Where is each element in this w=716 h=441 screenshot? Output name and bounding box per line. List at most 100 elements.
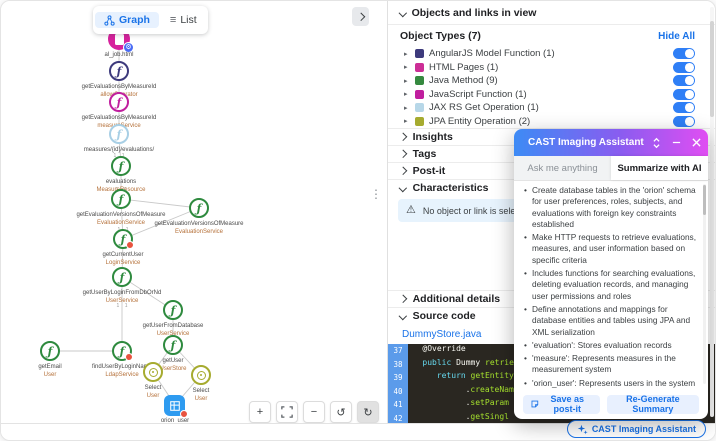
graph-node-table[interactable] [164,395,188,418]
section-title: Insights [412,131,453,143]
node-class-label: User [43,372,57,378]
assistant-header[interactable]: CAST Imaging Assistant [514,129,708,156]
object-types-title: Object Types (7) [400,30,481,42]
graph-node-java[interactable]: ƒ [40,341,60,361]
graph-node-java[interactable]: ƒ [112,341,133,361]
collapse-panel-button[interactable] [352,7,369,26]
object-type-row[interactable]: ▸ HTML Pages (1) [388,61,715,75]
chevron-right-icon [398,133,407,141]
function-icon: ƒ [119,344,125,358]
node-class-label: UserStore [159,366,187,372]
assistant-scrollbar[interactable] [703,184,706,384]
minimize-icon[interactable] [670,136,684,150]
hide-all-link[interactable]: Hide All [658,31,695,42]
objects-links-title: Objects and links in view [411,6,537,19]
zoom-out-button[interactable]: − [303,401,325,423]
visibility-toggle[interactable] [673,115,695,127]
regenerate-summary-button[interactable]: Re-Generate Summary [606,394,699,414]
list-icon: ≡ [169,13,177,26]
node-label: evaluations [105,179,137,185]
summary-bullet: Make HTTP requests to retrieve evaluatio… [524,232,698,266]
save-as-postit-label: Save as post-it [550,394,585,414]
object-type-label: AngularJS Model Function (1) [429,48,555,60]
summary-bullet: 'orion_user': Represents users in the sy… [524,378,698,389]
object-type-row[interactable]: ▸ JavaScript Function (1) [388,88,715,102]
graph-node-java[interactable]: ƒ [163,300,183,320]
line-number: 39 [393,373,403,382]
undo-button[interactable]: ↺ [330,401,352,423]
fit-view-button[interactable] [276,401,298,423]
object-type-row[interactable]: ▸ Java Method (9) [388,74,715,88]
scrollbar-thumb[interactable] [710,21,714,117]
visibility-toggle[interactable] [673,61,695,73]
expand-arrow-icon: ▸ [404,104,408,112]
function-icon: ƒ [116,64,122,78]
object-type-row[interactable]: ▸ AngularJS Model Function (1) [388,47,715,61]
tab-summarize-with-ai[interactable]: Summarize with AI [611,156,708,180]
cast-imaging-app: 1 11 11 11 1⚙al_job.htmlƒgetEvaluationsB… [0,0,716,441]
expand-arrow-icon: ▸ [404,77,408,85]
line-number: 41 [393,400,403,409]
graph-node-java[interactable]: ƒ [113,229,134,249]
graph-node-jaxrs[interactable]: ƒ [109,124,129,144]
list-view-button[interactable]: ≡ List [161,12,206,28]
close-icon[interactable] [690,136,704,150]
objects-links-section-header[interactable]: Objects and links in view [388,1,715,25]
visibility-toggle[interactable] [673,75,695,87]
node-class-label: User [146,393,160,399]
assistant-footer: Save as post-it Re-Generate Summary [514,389,708,419]
node-label: Select [192,388,210,394]
object-types-header: Object Types (7) Hide All [388,25,715,47]
zoom-in-button[interactable]: + [249,401,271,423]
node-class-label: UserService [105,298,139,304]
scrollbar-thumb[interactable] [703,185,706,215]
visibility-toggle[interactable] [673,88,695,100]
save-as-postit-button[interactable]: Save as post-it [523,394,600,414]
jpa-operation-icon [196,370,206,380]
object-type-row[interactable]: ▸ JAX RS Get Operation (1) [388,101,715,115]
assistant-fab-button[interactable]: CAST Imaging Assistant [566,420,706,438]
panel-scrollbar[interactable] [710,7,714,417]
type-color-swatch [415,103,424,113]
graph-node-java[interactable]: ƒ [112,267,132,287]
object-type-label: Java Method (9) [429,75,498,87]
graph-node-java[interactable]: ƒ [163,335,183,355]
graph-node-java[interactable]: ƒ [111,189,131,209]
expand-arrow-icon: ▸ [404,91,408,99]
redo-button[interactable]: ↻ [357,401,379,423]
graph-node-jpa[interactable] [191,365,211,385]
assistant-title: CAST Imaging Assistant [528,137,644,148]
summary-bullet: 'measure': Represents measures in the me… [524,353,698,376]
node-label: getUserFromDatabase [142,323,204,329]
function-icon: ƒ [170,338,176,352]
line-number: 40 [393,386,403,396]
summary-bullet: Create database tables in the 'orion' sc… [524,185,698,230]
graph-node-jpa[interactable] [143,362,163,382]
function-icon: ƒ [47,344,53,358]
visibility-toggle[interactable] [673,48,695,60]
visibility-toggle[interactable] [673,102,695,114]
list-view-label: List [180,14,197,26]
type-color-swatch [415,76,424,86]
object-type-row[interactable]: ▸ JPA Entity Operation (2) [388,115,715,129]
chevron-right-icon [356,12,365,21]
assistant-summary-content[interactable]: Create database tables in the 'orion' sc… [514,181,708,389]
node-label: getUserByLoginFromDbOrNd [82,290,162,296]
graph-node-java[interactable]: ƒ [189,198,209,218]
object-type-label: JAX RS Get Operation (1) [429,102,539,114]
graph-canvas[interactable]: 1 11 11 11 1⚙al_job.htmlƒgetEvaluationsB… [1,1,387,426]
graph-node-jsfn[interactable]: ƒ [109,92,129,112]
graph-node-java[interactable]: ƒ [111,156,131,176]
node-label: getEvaluationsByMeasureId [81,115,157,121]
node-label: al_job.html [104,52,134,58]
graph-node-angular[interactable]: ƒ [109,61,129,81]
graph-view-button[interactable]: Graph [95,12,159,28]
additional-details-title: Additional details [412,293,501,305]
panel-resize-handle[interactable]: ⋮ [370,187,382,201]
chevron-down-icon [398,184,407,192]
function-icon: ƒ [119,270,125,284]
chevron-right-icon [398,150,407,158]
tab-ask-me-anything[interactable]: Ask me anything [514,156,611,180]
node-class-label: EvaluationService [174,229,224,235]
expand-icon[interactable] [650,136,664,150]
